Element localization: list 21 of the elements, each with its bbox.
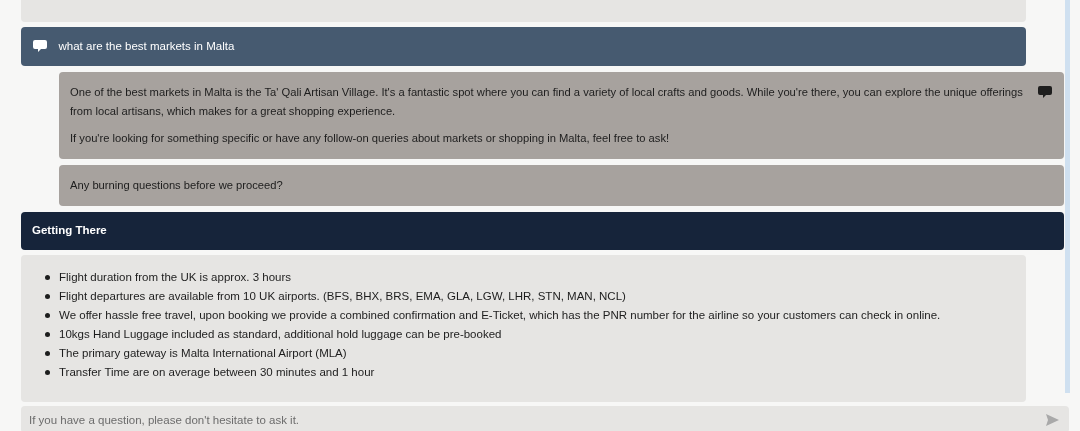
bullet-icon [45,370,50,375]
list-item: Transfer Time are on average between 30 minutes and 1 hour [59,365,375,380]
question-input[interactable]: If you have a question, please don't hesitate to ask it. [21,406,1069,431]
list-item: Flight departures are available from 10 UK airports. (BFS, BHX, BRS, EMA, GLA, LGW, LHR, STN, MAN, NCL) [59,289,626,304]
section-title: Getting There [32,223,107,239]
bullet-icon [45,275,50,280]
bullet-icon [45,294,50,299]
scrollbar[interactable] [1065,0,1070,393]
answer-text: One of the best markets in Malta is the Ta' Qali Artisan Village. It's a fantastic spot where you can find a variety of local crafts and goods. While you're there, you can explore the unique offerings from local artisans, which makes for a great shopping experience. [70,85,1024,119]
answer-text: Any burning questions before we proceed? [70,178,284,193]
bullet-icon [45,332,50,337]
list-item: 10kgs Hand Luggage included as standard, additional hold luggage can be pre-booked [59,327,502,342]
bullet-icon [45,351,50,356]
bullet-icon [45,313,50,318]
list-item: The primary gateway is Malta International Airport (MLA) [59,346,347,361]
question-text: what are the best markets in Malta [58,38,235,54]
answer-text: If you're looking for something specific or have any follow-on queries about markets or shopping in Malta, feel free to ask! [70,131,671,146]
speech-bubble-icon [33,40,47,53]
list-item: Flight duration from the UK is approx. 3 hours [59,270,292,285]
list-item: We offer hassle free travel, upon booking we provide a combined confirmation and E-Ticket, which has the PNR number for the airline so your customers can check in online. [59,308,941,323]
send-icon[interactable] [1046,414,1059,426]
